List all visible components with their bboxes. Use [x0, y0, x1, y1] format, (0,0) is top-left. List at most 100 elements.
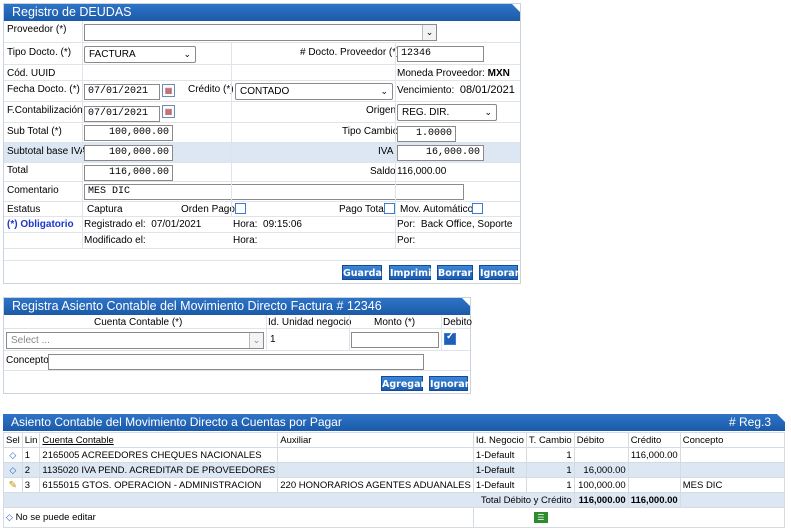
subtotal-label: Sub Total (*)	[7, 126, 62, 137]
saldo-label: Saldo	[370, 166, 396, 177]
chevron-down-icon: ⌄	[422, 25, 436, 40]
vencimiento-label-text: Vencimiento:	[397, 85, 455, 96]
origen-label: Origen	[366, 105, 397, 116]
credito-label: Crédito (*)	[188, 84, 234, 95]
header-cuenta[interactable]: Cuenta Contable	[39, 432, 279, 448]
orden-pago-checkbox[interactable]	[235, 203, 246, 214]
row-credito	[627, 462, 681, 478]
chevron-down-icon: ⌄	[380, 86, 388, 96]
row-debito	[573, 447, 629, 463]
total-credito: 116,000.00	[627, 492, 681, 508]
proveedor-select[interactable]: ⌄	[84, 24, 437, 41]
row-lin: 2	[21, 462, 41, 478]
moneda-label-text: Moneda Proveedor:	[397, 68, 485, 79]
tipo-docto-value: FACTURA	[89, 49, 136, 60]
totals-label: Total Débito y Crédito	[3, 492, 575, 508]
saldo-value: 116,000.00	[397, 166, 447, 177]
cuenta-placeholder: Select ...	[11, 335, 50, 346]
unidad-value: 1	[270, 334, 276, 345]
table-row[interactable]: ◇ 2 1135020 IVA PEND. ACREDITAR DE PROVE…	[3, 462, 786, 478]
table-row[interactable]: ◇ 1 2165005 ACREEDORES CHEQUES NACIONALE…	[3, 447, 786, 463]
header-credito: Crédito	[627, 432, 681, 448]
subtotal-input[interactable]: 100,000.00	[84, 125, 173, 141]
header-debito: Débito	[573, 432, 629, 448]
movs-title-text: Asiento Contable del Movimiento Directo …	[11, 415, 342, 429]
export-excel-icon[interactable]: ☰	[533, 512, 548, 523]
row-concepto: MES DIC	[679, 477, 786, 493]
col-debito-header: Debito	[443, 317, 472, 328]
mov-auto-checkbox[interactable]	[472, 203, 483, 214]
pencil-icon[interactable]: ✎	[9, 480, 17, 491]
iva-input[interactable]: 16,000.00	[397, 145, 484, 161]
col-unidad-header: Id. Unidad negocio	[268, 317, 352, 328]
moneda-value: MXN	[487, 68, 510, 79]
tipo-docto-select[interactable]: FACTURA ⌄	[84, 46, 196, 63]
origen-select[interactable]: REG. DIR. ⌄	[397, 104, 497, 121]
chevron-down-icon: ⌄	[249, 333, 263, 348]
mov-auto-label: Mov. Automático	[400, 204, 474, 215]
agregar-button[interactable]: Agregar	[381, 376, 425, 391]
table-row[interactable]: ✎ 3 6155015 GTOS. OPERACION - ADMINISTRA…	[3, 477, 786, 493]
chevron-down-icon: ⌄	[183, 49, 191, 59]
total-input[interactable]: 116,000.00	[84, 165, 173, 181]
deudas-panel: Registro de DEUDAS Proveedor (*) ⌄ Tipo …	[3, 3, 521, 284]
calendar-icon[interactable]: ▦	[162, 84, 175, 97]
registrado-label-text: Registrado el:	[84, 219, 146, 230]
comentario-input[interactable]: MES DIC	[84, 184, 464, 200]
fecha-input[interactable]: 07/01/2021	[84, 84, 160, 100]
header-lin: Lin	[21, 432, 41, 448]
asiento-title: Registra Asiento Contable del Movimiento…	[4, 298, 470, 315]
asiento-ignorar-button[interactable]: Ignorar	[429, 376, 469, 391]
header-negocio: Id. Negocio	[472, 432, 527, 448]
tipocambio-input[interactable]: 1.0000	[397, 126, 456, 142]
row-credito	[627, 477, 681, 493]
row-lin: 3	[21, 477, 41, 493]
row-lin: 1	[21, 447, 41, 463]
concepto-input[interactable]	[48, 354, 424, 370]
diamond-icon[interactable]: ◇	[9, 465, 16, 475]
footer-note: No se puede editar	[15, 512, 96, 523]
asiento-header-row: Cuenta Contable (*) Id. Unidad negocio M…	[4, 315, 472, 329]
num-docto-input[interactable]: 12346	[397, 46, 484, 62]
asiento-title-text: Registra Asiento Contable del Movimiento…	[12, 299, 382, 313]
col-monto-header: Monto (*)	[374, 317, 416, 328]
monto-input[interactable]	[351, 332, 439, 348]
estatus-value: Captura	[87, 204, 123, 215]
row-spacer	[4, 249, 520, 261]
vencimiento-label: Vencimiento: 08/01/2021	[397, 84, 515, 96]
deudas-title: Registro de DEUDAS	[4, 4, 520, 21]
row-credito: 116,000.00	[627, 447, 681, 463]
pago-total-checkbox[interactable]	[384, 203, 395, 214]
diamond-icon: ◇	[6, 512, 13, 522]
row-concepto	[679, 447, 786, 463]
credito-select[interactable]: CONTADO ⌄	[235, 83, 393, 100]
row-cuenta: 2165005 ACREEDORES CHEQUES NACIONALES	[39, 447, 279, 463]
hora2-label: Hora:	[233, 235, 258, 246]
row-tcambio: 1	[525, 447, 575, 463]
row-negocio: 1-Default	[472, 447, 527, 463]
obligatorio-note: (*) Obligatorio	[7, 219, 74, 230]
col-cuenta-header: Cuenta Contable (*)	[94, 317, 183, 328]
row-debito: 100,000.00	[573, 477, 629, 493]
moneda-label: Moneda Proveedor: MXN	[397, 68, 510, 79]
cuenta-select[interactable]: Select ... ⌄	[6, 332, 264, 349]
diamond-icon[interactable]: ◇	[9, 450, 16, 460]
imprimir-button[interactable]: Imprimir	[389, 265, 436, 280]
guardar-button[interactable]: Guardar	[342, 265, 387, 280]
fcont-input[interactable]: 07/01/2021	[84, 106, 160, 122]
vencimiento-value: 08/01/2021	[459, 84, 515, 96]
row-auxiliar	[277, 447, 474, 463]
debito-checkbox[interactable]	[444, 331, 456, 345]
calendar-icon[interactable]: ▦	[162, 105, 175, 118]
por-label-text: Por:	[397, 219, 416, 230]
borrar-button[interactable]: Borrar	[437, 265, 473, 280]
ignorar-button[interactable]: Ignorar	[479, 265, 519, 280]
row-tcambio: 1	[525, 477, 575, 493]
subtotal-iva-input[interactable]: 100,000.00	[84, 145, 173, 161]
fcont-label: F.Contabilización	[7, 105, 83, 116]
por-value: Back Office, Soporte	[420, 219, 513, 230]
modificado-label: Modificado el:	[84, 235, 146, 246]
tipocambio-label: Tipo Cambio	[342, 126, 399, 137]
tipo-docto-label: Tipo Docto. (*)	[7, 47, 72, 58]
subtotal-iva-label: Subtotal base IVA	[7, 146, 87, 157]
